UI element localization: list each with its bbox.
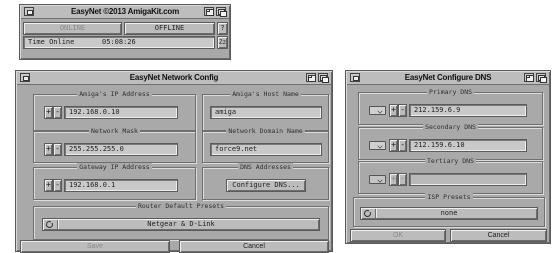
network-config-titlebar[interactable]: EasyNet Network Config: [17, 72, 331, 85]
primary-dns-input[interactable]: 212.159.6.9: [409, 104, 527, 117]
time-online-display: Time Online 05:08:26: [23, 36, 215, 49]
help-button[interactable]: ?: [217, 22, 228, 35]
offline-button[interactable]: OFFLINE: [124, 22, 215, 35]
isp-presets-label: ISP Presets: [425, 193, 473, 201]
primary-dns-increment-button[interactable]: +: [389, 104, 398, 117]
ok-button[interactable]: OK: [350, 229, 446, 242]
amiga-host-input[interactable]: amiga: [210, 106, 322, 119]
amiga-ip-group: Amiga's IP Address + - 192.168.0.10: [33, 90, 196, 131]
zz-button[interactable]: Zz: [217, 36, 228, 49]
gateway-label: Gateway IP Address: [77, 163, 152, 171]
depth-icon[interactable]: [216, 7, 227, 17]
secondary-dns-enable-checkbox[interactable]: [369, 141, 386, 150]
network-config-window: EasyNet Network Config Amiga's IP Addres…: [15, 70, 333, 253]
isp-presets-group: ISP Presets none: [353, 193, 545, 227]
isp-presets-cycle[interactable]: none: [360, 207, 538, 220]
amiga-ip-input[interactable]: 192.168.0.10: [64, 106, 178, 119]
time-online-value: 05:08:26: [102, 38, 136, 46]
tertiary-dns-enable-checkbox[interactable]: [369, 175, 386, 184]
dns-group: DNS Addresses Configure DNS...: [202, 163, 329, 200]
amiga-host-group: Amiga's Host Name amiga: [202, 90, 329, 131]
configure-dns-button[interactable]: Configure DNS...: [226, 179, 306, 192]
netmask-increment-button[interactable]: +: [44, 143, 53, 156]
time-online-label: Time Online: [28, 38, 75, 46]
secondary-dns-label: Secondary DNS: [423, 123, 478, 131]
zoom-icon[interactable]: [306, 73, 316, 82]
amiga-host-label: Amiga's Host Name: [230, 90, 301, 98]
window-title: EasyNet Configure DNS: [404, 73, 492, 82]
cancel-button[interactable]: Cancel: [179, 240, 329, 253]
easynet-window: EasyNet ©2013 AmigaKit.com ONLINE OFFLIN…: [19, 4, 231, 60]
configure-dns-window: EasyNet Configure DNS Primary DNS + - 21…: [345, 70, 551, 244]
gateway-increment-button[interactable]: +: [44, 179, 53, 192]
gateway-input[interactable]: 192.168.0.1: [64, 179, 178, 192]
netmask-input[interactable]: 255.255.255.0: [64, 143, 178, 156]
primary-dns-enable-checkbox[interactable]: [369, 106, 386, 115]
ip-decrement-button[interactable]: -: [53, 106, 62, 119]
dns-label: DNS Addresses: [238, 163, 293, 171]
tertiary-dns-label: Tertiary DNS: [425, 157, 476, 165]
zoom-icon[interactable]: [204, 7, 214, 16]
netmask-label: Network Mask: [89, 127, 140, 135]
isp-presets-value: none: [440, 209, 458, 217]
easynet-titlebar[interactable]: EasyNet ©2013 AmigaKit.com: [21, 6, 229, 19]
router-presets-cycle[interactable]: Netgear & D-Link: [42, 218, 320, 231]
depth-icon[interactable]: [318, 73, 329, 83]
window-title: EasyNet ©2013 AmigaKit.com: [71, 7, 179, 16]
netmask-decrement-button[interactable]: -: [53, 143, 62, 156]
amiga-ip-label: Amiga's IP Address: [77, 90, 152, 98]
domain-input[interactable]: force9.net: [210, 143, 322, 156]
cycle-icon: [46, 220, 54, 228]
primary-dns-group: Primary DNS + - 212.159.6.9: [358, 88, 543, 125]
primary-dns-label: Primary DNS: [426, 88, 475, 96]
router-presets-value: Netgear & D-Link: [147, 220, 215, 228]
gateway-group: Gateway IP Address + - 192.168.0.1: [33, 163, 196, 200]
tertiary-dns-input[interactable]: [409, 173, 527, 186]
secondary-dns-input[interactable]: 212.159.6.10: [409, 139, 527, 152]
gateway-decrement-button[interactable]: -: [53, 179, 62, 192]
secondary-dns-increment-button[interactable]: +: [389, 139, 398, 152]
tertiary-dns-increment-button[interactable]: +: [389, 173, 398, 186]
cycle-icon: [364, 209, 372, 217]
tertiary-dns-decrement-button[interactable]: -: [398, 173, 407, 186]
netmask-group: Network Mask + - 255.255.255.0: [33, 127, 196, 163]
online-button[interactable]: ONLINE: [23, 22, 122, 35]
domain-group: Network Domain Name force9.net: [202, 127, 329, 163]
primary-dns-decrement-button[interactable]: -: [398, 104, 407, 117]
secondary-dns-group: Secondary DNS + - 212.159.6.10: [358, 123, 543, 160]
ip-increment-button[interactable]: +: [44, 106, 53, 119]
router-presets-label: Router Default Presets: [135, 202, 227, 210]
cancel-button[interactable]: Cancel: [450, 229, 547, 242]
domain-label: Network Domain Name: [226, 127, 305, 135]
tertiary-dns-group: Tertiary DNS + -: [358, 157, 543, 194]
router-presets-group: Router Default Presets Netgear & D-Link: [33, 202, 329, 240]
configure-dns-titlebar[interactable]: EasyNet Configure DNS: [347, 72, 549, 85]
zoom-icon[interactable]: [524, 73, 534, 82]
window-title: EasyNet Network Config: [129, 73, 219, 82]
secondary-dns-decrement-button[interactable]: -: [398, 139, 407, 152]
save-button[interactable]: Save: [20, 240, 170, 253]
depth-icon[interactable]: [536, 73, 547, 83]
